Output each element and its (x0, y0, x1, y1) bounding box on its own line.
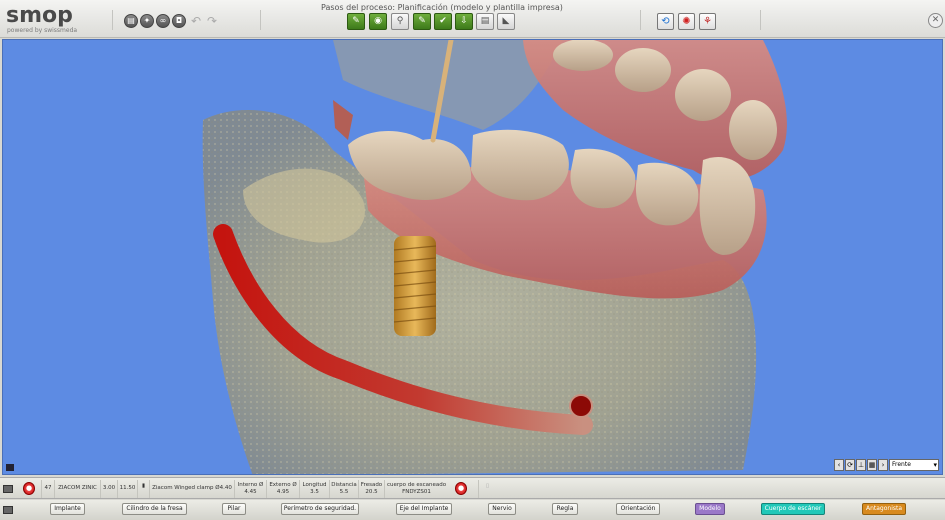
buttonbar-toggle-icon[interactable] (3, 506, 13, 514)
antagonista-button[interactable]: Antagonista (862, 503, 906, 515)
implante-button[interactable]: Implante (50, 503, 85, 515)
implant-name: Ziacom Winged clamp Ø4.40 (149, 480, 234, 498)
smop-app: smop powered by swissmeda ▤ ✦ ∞ ◘ ↶ ↷ Pa… (0, 0, 945, 520)
view-reset-icon[interactable]: ⟳ (845, 459, 855, 471)
step-model-button[interactable]: ✎ (347, 13, 365, 30)
top-toolbar: smop powered by swissmeda ▤ ✦ ∞ ◘ ↶ ↷ Pa… (0, 0, 945, 38)
app-logo: smop (6, 3, 73, 28)
distancia-cell: Distancia 5.5 (329, 480, 358, 498)
delete-icon[interactable]: ▯ (478, 480, 496, 498)
step-tooth-button[interactable]: ⚲ (391, 13, 409, 30)
cilindro-fresa-button[interactable]: Cilindro de la fresa (122, 503, 187, 515)
eje-implante-button[interactable]: Eje del Implante (396, 503, 452, 515)
implant-length: 11.50 (117, 480, 137, 498)
toolbar-divider (640, 10, 641, 30)
externo-value: 4.95 (276, 489, 290, 495)
view-settings-icon[interactable]: ✺ (678, 13, 695, 30)
fresado-label: Fresado (360, 482, 383, 488)
regla-button[interactable]: Regla (552, 503, 578, 515)
distancia-label: Distancia (331, 482, 357, 488)
distancia-value: 5.5 (339, 489, 349, 495)
lock-icon[interactable]: ● (23, 482, 35, 495)
view-grid-icon[interactable]: ▦ (867, 459, 877, 471)
view-next-icon[interactable]: › (878, 459, 888, 471)
implant-number: 47 (41, 480, 54, 498)
pilar-button[interactable]: Pilar (222, 503, 246, 515)
modelo-button[interactable]: Modelo (695, 503, 725, 515)
view-prev-icon[interactable]: ‹ (834, 459, 844, 471)
dental-implant[interactable] (393, 236, 437, 336)
lightbulb-icon[interactable]: ✦ (140, 14, 154, 28)
cuerpo-cell: cuerpo de escaneado FNDYZS01 (384, 480, 448, 498)
interno-value: 4.45 (244, 489, 257, 495)
perimetro-seguridad-button[interactable]: Perímetro de seguridad. (281, 503, 359, 515)
interno-cell: Interno Ø 4.45 (234, 480, 266, 498)
infobar-toggle-icon[interactable] (3, 485, 13, 493)
view-controls: ‹ ⟳ ⊥ ▦ › Frente (834, 459, 939, 471)
fresado-value: 20.5 (365, 489, 378, 495)
close-icon[interactable]: ✕ (928, 13, 943, 28)
3d-scene[interactable] (3, 40, 943, 475)
nervio-button[interactable]: Nervio (488, 503, 516, 515)
fresado-cell: Fresado 20.5 (358, 480, 384, 498)
longitud-value: 3.5 (310, 489, 319, 495)
toolbar-divider (760, 10, 761, 30)
step-implant-button[interactable]: ⇩ (455, 13, 473, 30)
view-teeth-icon[interactable]: ⚘ (699, 13, 716, 30)
externo-cell: Externo Ø 4.95 (266, 480, 299, 498)
implant-diameter: 3.00 (100, 480, 117, 498)
view-measure-icon[interactable]: ⊥ (856, 459, 866, 471)
undo-icon[interactable]: ↶ (189, 14, 203, 28)
viewport-corner-icon (6, 464, 14, 471)
externo-label: Externo Ø (269, 482, 297, 488)
view-orientation-select[interactable]: Frente (889, 459, 939, 471)
camera-icon[interactable]: ◘ (172, 14, 186, 28)
3d-viewport[interactable]: ‹ ⟳ ⊥ ▦ › Frente (2, 39, 943, 475)
cuerpo-value: FNDYZS01 (402, 489, 431, 495)
cuerpo-escaner-button[interactable]: Cuerpo de escáner (761, 503, 825, 515)
visibility-button-bar: Implante Cilindro de la fresa Pilar Perí… (0, 500, 945, 520)
lock-icon[interactable]: ● (455, 482, 467, 495)
cuerpo-label: cuerpo de escaneado (386, 482, 447, 488)
orientacion-button[interactable]: Orientación (616, 503, 660, 515)
link-icon[interactable]: ∞ (156, 14, 170, 28)
step-scan-button[interactable]: ◉ (369, 13, 387, 30)
view-rotate-icon[interactable]: ⟲ (657, 13, 674, 30)
implant-system: ZIACOM ZINIC (54, 480, 100, 498)
toolbar-divider (112, 10, 113, 30)
step-align-button[interactable]: ✎ (413, 13, 431, 30)
toolbar-divider (260, 10, 261, 30)
step-guide-button[interactable]: ▤ (476, 13, 494, 30)
step-print-button[interactable]: ◣ (497, 13, 515, 30)
implant-icon: ▮ (137, 480, 149, 498)
process-steps-title: Pasos del proceso: Planificación (modelo… (321, 3, 563, 12)
step-plan-button[interactable]: ✔ (434, 13, 452, 30)
file-icon[interactable]: ▤ (124, 14, 138, 28)
interno-label: Interno Ø (237, 482, 264, 488)
app-logo-subtitle: powered by swissmeda (7, 27, 78, 34)
redo-icon[interactable]: ↷ (205, 14, 219, 28)
longitud-cell: Longitud 3.5 (299, 480, 329, 498)
implant-info-bar: ● 47 ZIACOM ZINIC 3.00 11.50 ▮ Ziacom Wi… (0, 477, 945, 499)
longitud-label: Longitud (302, 482, 327, 488)
